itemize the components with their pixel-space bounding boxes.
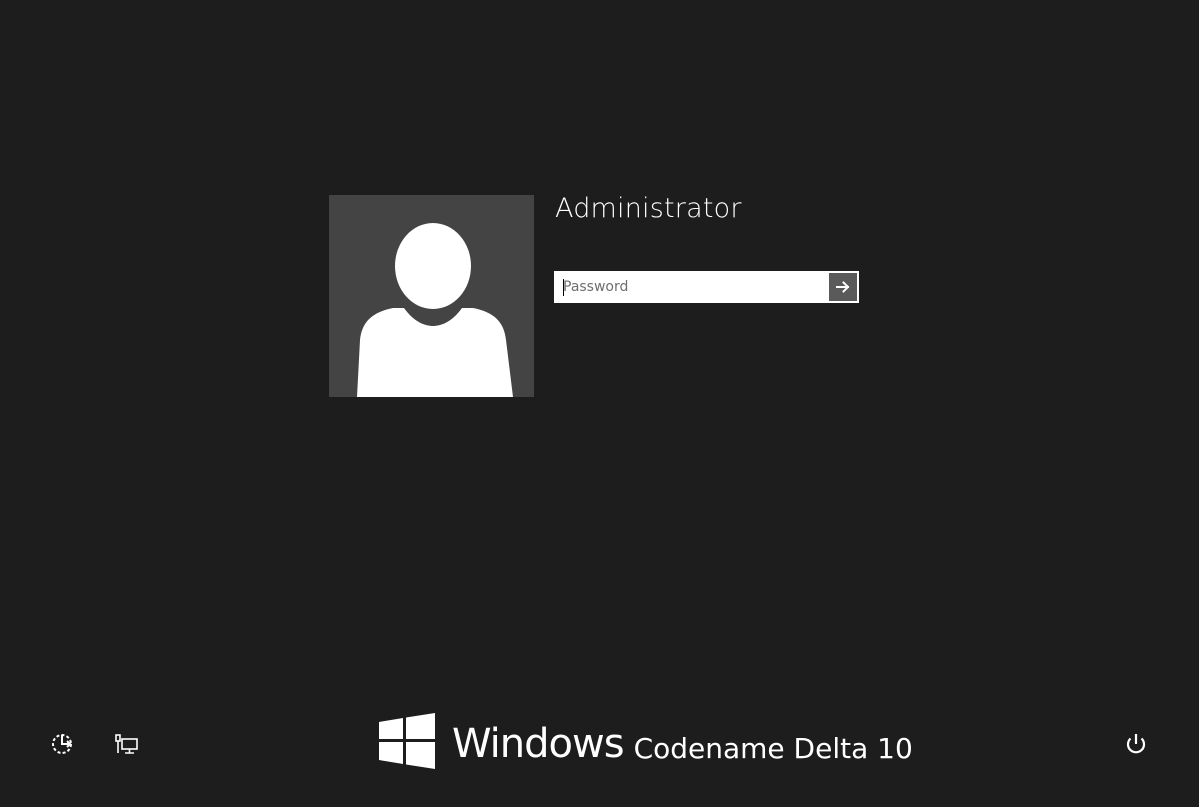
user-silhouette-icon bbox=[357, 223, 513, 397]
network-icon bbox=[115, 734, 138, 754]
password-input[interactable] bbox=[555, 272, 829, 302]
user-name: Administrator bbox=[555, 193, 742, 224]
brand-windows-text: Windows bbox=[452, 721, 625, 767]
arrow-right-icon bbox=[836, 281, 850, 293]
ease-of-access-button[interactable] bbox=[49, 730, 77, 758]
windows-logo-icon bbox=[379, 713, 435, 769]
ease-of-access-icon bbox=[52, 734, 72, 754]
brand-logo: Windows Codename Delta 10 bbox=[379, 713, 913, 769]
password-field bbox=[554, 271, 859, 303]
power-icon bbox=[1126, 734, 1146, 754]
submit-button[interactable] bbox=[829, 273, 857, 301]
power-button[interactable] bbox=[1122, 730, 1150, 758]
user-avatar bbox=[329, 195, 534, 397]
brand-edition-text: Codename Delta 10 bbox=[633, 732, 913, 765]
text-caret bbox=[563, 279, 564, 296]
lock-screen: Administrator Windows Codename Delta 10 bbox=[0, 0, 1199, 807]
network-button[interactable] bbox=[113, 730, 141, 758]
